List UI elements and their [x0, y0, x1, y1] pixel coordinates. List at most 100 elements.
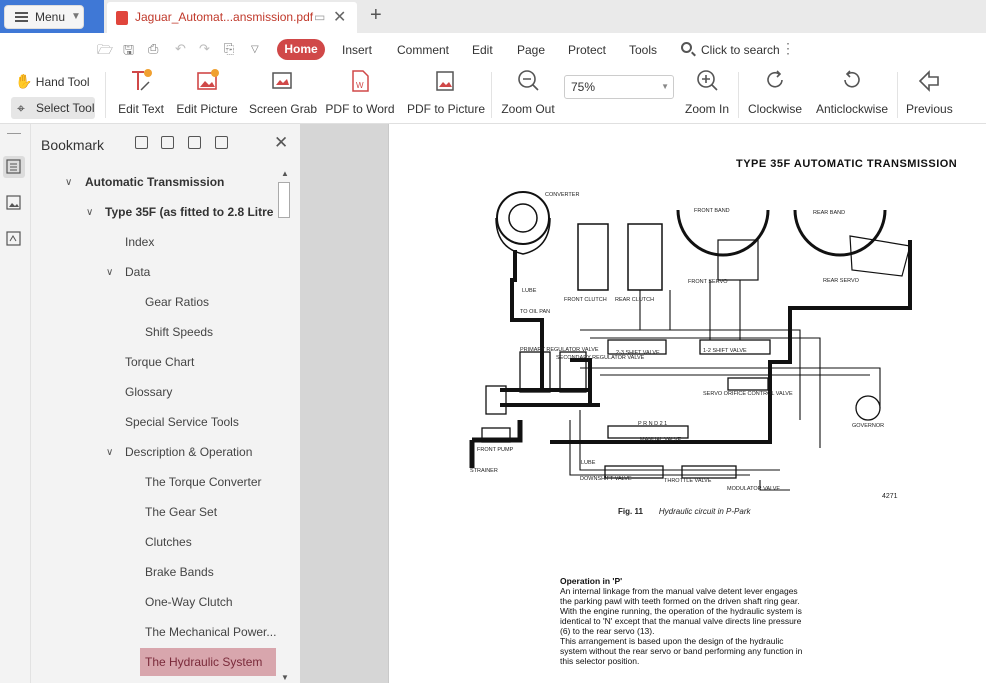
screen-grab-icon [272, 72, 292, 89]
tab-tools[interactable]: Tools [629, 43, 657, 57]
zoom-in-button[interactable]: Zoom In [684, 68, 730, 116]
tab-comment[interactable]: Comment [397, 43, 449, 57]
tab-edit[interactable]: Edit [472, 43, 493, 57]
close-tab-icon[interactable]: ✕ [333, 7, 346, 27]
bookmark-scrollbar-thumb[interactable] [278, 182, 290, 218]
edit-text-label: Edit Text [118, 102, 164, 116]
chevron-down-icon[interactable]: ∨ [65, 177, 72, 188]
export-icon[interactable]: ⎘ [224, 41, 234, 57]
document-tab-title: Jaguar_Automat...ansmission.pdf [135, 10, 314, 24]
rail-collapse-handle[interactable] [7, 133, 21, 134]
more-options-icon[interactable]: ⋮ [781, 40, 795, 57]
zoom-out-button[interactable]: Zoom Out [500, 68, 556, 116]
bookmark-item[interactable]: Index [125, 230, 154, 254]
bookmark-item[interactable]: Data [125, 260, 150, 284]
rotate-clockwise-button[interactable]: Clockwise [748, 68, 802, 116]
screen-grab-button[interactable]: Screen Grab [249, 68, 317, 116]
bookmark-item[interactable]: Brake Bands [145, 560, 214, 584]
bookmark-item[interactable]: Type 35F (as fitted to 2.8 Litre [105, 200, 273, 224]
menu-button[interactable]: Menu ▼ [4, 5, 84, 29]
edit-picture-button[interactable]: Edit Picture [176, 68, 238, 116]
search-box[interactable]: Click to search [701, 43, 780, 57]
bookmark-item[interactable]: One-Way Clutch [145, 590, 233, 614]
pdf-to-word-icon: W [352, 70, 369, 92]
label-servo-orifice: SERVO ORIFICE CONTROL VALVE [703, 391, 793, 397]
tab-protect[interactable]: Protect [568, 43, 606, 57]
bookmark-item[interactable]: Gear Ratios [145, 290, 209, 314]
bookmark-item[interactable]: Description & Operation [125, 440, 252, 464]
collapse-all-icon[interactable] [161, 136, 174, 149]
zoom-out-icon [518, 70, 539, 91]
open-folder-icon[interactable]: 🗁 [97, 41, 113, 63]
chevron-down-icon[interactable]: ∨ [86, 207, 93, 218]
bookmark-item[interactable]: The Mechanical Power... [145, 620, 276, 644]
anticlockwise-label: Anticlockwise [816, 102, 889, 116]
body-text: Operation in 'P' An internal linkage fro… [560, 576, 804, 666]
scroll-down-icon[interactable]: ▼ [281, 673, 289, 682]
zoom-in-icon [697, 70, 718, 91]
add-bookmark-icon[interactable] [188, 136, 201, 149]
thumbnail-panel-icon[interactable] [5, 194, 22, 211]
close-panel-icon[interactable]: ✕ [274, 133, 288, 153]
svg-text:W: W [356, 81, 364, 90]
bookmark-item-selected[interactable]: The Hydraulic System [145, 650, 262, 674]
divider [105, 72, 106, 118]
chevron-down-icon[interactable]: ∨ [106, 267, 113, 278]
edit-text-button[interactable]: Edit Text [117, 68, 165, 116]
figure-title: Hydraulic circuit in P-Park [658, 507, 751, 516]
label-modulator-valve: MODULATOR VALVE [727, 486, 781, 492]
divider [491, 72, 492, 118]
tab-insert[interactable]: Insert [342, 43, 372, 57]
label-rear-clutch: REAR CLUTCH [615, 297, 655, 303]
divider [897, 72, 898, 118]
section-title: Operation in 'P' [560, 576, 623, 586]
bookmark-options-icon[interactable] [215, 136, 228, 149]
label-primary-regulator: PRIMARY REGULATOR VALVE [520, 347, 599, 353]
bookmark-item[interactable]: Glossary [125, 380, 172, 404]
zoom-level-select[interactable]: 75% ▼ [564, 75, 674, 99]
chevron-down-icon[interactable]: ∨ [106, 447, 113, 458]
label-front-servo: FRONT SERVO [688, 279, 728, 285]
hand-icon: ✋ [15, 73, 33, 89]
undo-icon[interactable]: ↶ [175, 41, 186, 57]
bookmark-item[interactable]: The Torque Converter [145, 470, 262, 494]
edit-picture-icon [197, 69, 219, 90]
rotate-clockwise-icon [767, 70, 783, 88]
tab-page[interactable]: Page [517, 43, 545, 57]
print-icon[interactable]: ⎙ [148, 41, 158, 57]
label-downshift-valve: DOWNSHIFT VALVE [580, 476, 632, 482]
expand-all-icon[interactable] [135, 136, 148, 149]
bookmark-item[interactable]: Automatic Transmission [85, 170, 224, 194]
pdf-to-word-button[interactable]: W PDF to Word [325, 68, 395, 116]
bookmark-item[interactable]: The Gear Set [145, 500, 217, 524]
window-mode-icon[interactable]: ▭ [314, 10, 325, 24]
quick-access-dropdown-icon[interactable]: ▽ [251, 44, 259, 55]
bookmark-item[interactable]: Clutches [145, 530, 192, 554]
rotate-anticlockwise-button[interactable]: Anticlockwise [816, 68, 888, 116]
document-tab[interactable]: Jaguar_Automat...ansmission.pdf ▭ ✕ [107, 2, 357, 33]
label-1-2-shift-valve: 1-2 SHIFT VALVE [703, 348, 747, 354]
figure-caption: Fig. 11 Hydraulic circuit in P-Park [618, 507, 750, 516]
label-lube: LUBE [522, 288, 537, 294]
zoom-value: 75% [571, 80, 596, 94]
label-front-band: FRONT BAND [694, 208, 730, 214]
annotation-panel-icon[interactable] [5, 230, 22, 247]
bookmark-panel-icon[interactable] [5, 158, 22, 175]
bookmark-item[interactable]: Torque Chart [125, 350, 194, 374]
search-icon [681, 42, 692, 53]
tab-home[interactable]: Home [277, 39, 325, 60]
pdf-to-picture-button[interactable]: PDF to Picture [407, 68, 485, 116]
redo-icon[interactable]: ↷ [199, 41, 210, 57]
chevron-down-icon: ▼ [71, 11, 81, 22]
new-tab-icon[interactable]: + [370, 4, 382, 27]
bookmark-item[interactable]: Special Service Tools [125, 410, 239, 434]
bookmark-item[interactable]: Shift Speeds [145, 320, 213, 344]
previous-page-button[interactable]: Previous [906, 68, 953, 116]
hydraulic-circuit-diagram [469, 191, 912, 491]
hand-tool-button[interactable]: ✋ Hand Tool [15, 73, 90, 90]
select-tool-button[interactable]: ⌖ Select Tool [11, 97, 95, 119]
select-tool-label: Select Tool [36, 101, 95, 115]
save-icon[interactable]: 🖫 [123, 41, 134, 63]
scroll-up-icon[interactable]: ▲ [281, 169, 289, 178]
label-rear-servo: REAR SERVO [823, 278, 859, 284]
